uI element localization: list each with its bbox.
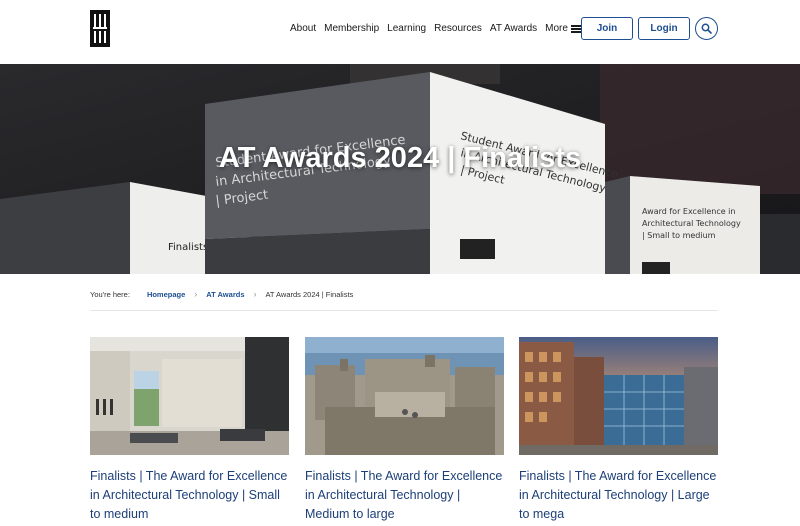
join-button[interactable]: Join [581,17,633,40]
card-image[interactable] [519,337,718,455]
card-title[interactable]: Finalists | The Award for Excellence in … [519,467,718,524]
card-image[interactable] [90,337,289,455]
card-medium-to-large[interactable]: Finalists | The Award for Excellence in … [305,337,504,524]
card-small-to-medium[interactable]: Finalists | The Award for Excellence in … [90,337,289,524]
card-image[interactable] [305,337,504,455]
card-large-to-mega[interactable]: Finalists | The Award for Excellence in … [519,337,718,524]
svg-text:| Small to medium: | Small to medium [642,231,716,240]
card-title[interactable]: Finalists | The Award for Excellence in … [305,467,504,524]
nav-item-about[interactable]: About [290,22,316,36]
nav-item-at-awards[interactable]: AT Awards [490,22,537,36]
svg-text:Finalists: Finalists [168,242,208,253]
search-icon [701,23,712,34]
chevron-right-icon: › [194,289,198,299]
svg-text:Award for Excellence in: Award for Excellence in [642,207,735,216]
breadcrumb-prefix: You're here: [90,289,130,299]
nav-item-resources[interactable]: Resources [434,22,482,36]
svg-text:Architectural Technology: Architectural Technology [642,219,741,228]
ciat-logo[interactable] [90,10,110,47]
page-title: AT Awards 2024 | Finalists [218,142,582,174]
card-title[interactable]: Finalists | The Award for Excellence in … [90,467,289,524]
breadcrumb-link-homepage[interactable]: Homepage [147,290,185,299]
breadcrumb-link-at-awards[interactable]: AT Awards [206,290,244,299]
site-header: About Membership Learning Resources AT A… [0,0,800,64]
divider [90,310,718,311]
hero-banner: Finalists Student Award for Excellence i… [0,64,800,274]
breadcrumb: You're here: Homepage › AT Awards › AT A… [90,288,718,300]
breadcrumb-current: AT Awards 2024 | Finalists [265,289,354,299]
chevron-right-icon: › [253,289,257,299]
nav-item-more[interactable]: More [545,22,581,36]
nav-item-learning[interactable]: Learning [387,22,426,36]
login-button[interactable]: Login [638,17,690,40]
hamburger-menu-icon [570,25,581,33]
nav-item-membership[interactable]: Membership [324,22,379,36]
main-nav: About Membership Learning Resources AT A… [290,22,581,36]
search-button[interactable] [695,17,718,40]
more-label: More [545,23,568,34]
